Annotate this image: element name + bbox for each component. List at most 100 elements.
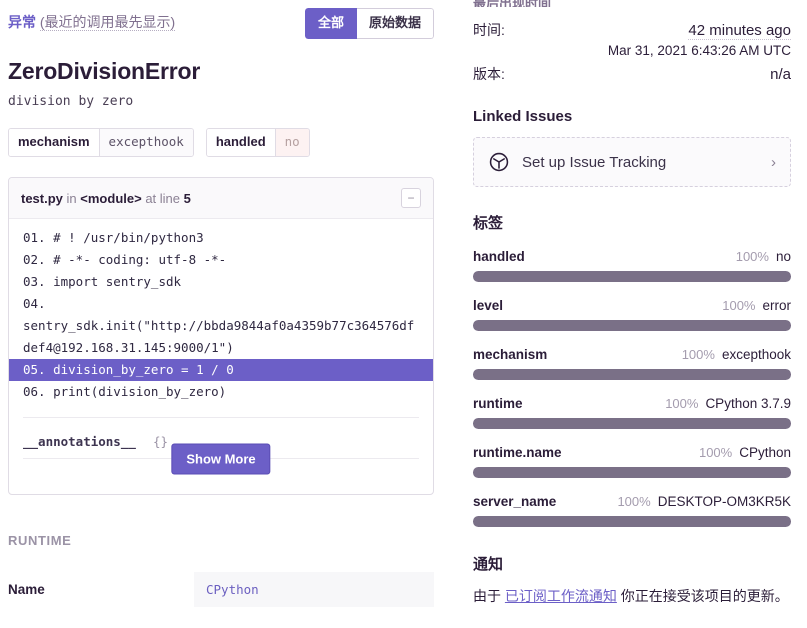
tag-value: DESKTOP-OM3KR5K <box>657 494 791 509</box>
tag-item[interactable]: server_name 100% DESKTOP-OM3KR5K <box>473 494 791 527</box>
tag-right: 100% error <box>722 298 791 313</box>
tag-name: handled <box>473 249 525 264</box>
code-block: 01. # ! /usr/bin/python3 02. # -*- codin… <box>9 219 433 494</box>
tag-line: server_name 100% DESKTOP-OM3KR5K <box>473 494 791 509</box>
exception-header: 异常 (最近的调用最先显示) 全部 原始数据 <box>8 8 434 39</box>
tag-bar <box>473 467 791 478</box>
tag-item[interactable]: runtime 100% CPython 3.7.9 <box>473 396 791 429</box>
pill-handled-key: handled <box>206 129 275 156</box>
exception-link[interactable]: 异常 <box>8 14 36 30</box>
last-seen-heading: 最后出现时间 <box>473 0 791 7</box>
tag-percent: 100% <box>735 249 769 264</box>
linked-issues-heading: Linked Issues <box>473 108 573 125</box>
pill-handled-value: no <box>274 129 309 156</box>
stack-frame-header[interactable]: test.py in <module> at line 5 − <box>9 178 433 219</box>
frame-filename: test.py <box>21 190 63 206</box>
tag-line: handled 100% no <box>473 249 791 264</box>
pill-mechanism[interactable]: mechanism excepthook <box>8 128 194 157</box>
runtime-name-key: Name <box>8 582 45 597</box>
tag-item[interactable]: runtime.name 100% CPython <box>473 445 791 478</box>
tag-bar <box>473 271 791 282</box>
frame-in-word: in <box>66 190 77 206</box>
show-more-container: Show More <box>23 443 419 494</box>
minus-icon[interactable]: − <box>401 188 421 208</box>
tag-item[interactable]: level 100% error <box>473 298 791 331</box>
tag-name: mechanism <box>473 347 548 362</box>
code-line-highlighted: 05. division_by_zero = 1 / 0 <box>9 359 433 381</box>
error-type: ZeroDivisionError <box>8 58 201 84</box>
tag-bar <box>473 516 791 527</box>
frame-function: <module> <box>80 190 142 206</box>
code-line: sentry_sdk.init("http://bbda9844af0a4359… <box>23 318 415 355</box>
tag-name: server_name <box>473 494 557 509</box>
frame-line-number: 5 <box>183 190 191 206</box>
pill-mechanism-value: excepthook <box>98 129 193 156</box>
runtime-name-row: Name CPython <box>8 572 434 607</box>
stack-frame-card: test.py in <module> at line 5 − 01. # ! … <box>8 177 434 495</box>
set-up-issue-tracking-button[interactable]: Set up Issue Tracking › <box>473 137 791 187</box>
exception-header-title: 异常 (最近的调用最先显示) <box>8 8 176 32</box>
tag-line: level 100% error <box>473 298 791 313</box>
tag-name: runtime <box>473 396 523 411</box>
issue-tracking-icon <box>488 151 510 173</box>
version-key: 版本: <box>473 66 505 82</box>
toggle-all-button[interactable]: 全部 <box>304 8 357 39</box>
view-toggle-group: 全部 原始数据 <box>304 8 434 39</box>
tag-value: excepthook <box>721 347 791 362</box>
notify-suffix: 你正在接受该项目的更新。 <box>616 588 789 604</box>
tag-percent: 100% <box>617 494 651 509</box>
tag-bar <box>473 418 791 429</box>
code-line: 03. import sentry_sdk <box>23 274 182 289</box>
tag-right: 100% excepthook <box>682 347 791 362</box>
frame-at-word: at line <box>145 190 181 206</box>
tag-value: CPython 3.7.9 <box>705 396 791 411</box>
code-line: 06. print(division_by_zero) <box>23 384 227 399</box>
tag-item[interactable]: mechanism 100% excepthook <box>473 347 791 380</box>
issue-sidebar: 最后出现时间 时间: 42 minutes ago Mar 31, 2021 6… <box>466 0 807 628</box>
tag-name: level <box>473 298 504 313</box>
last-seen-absolute: Mar 31, 2021 6:43:26 AM UTC <box>607 43 791 58</box>
tag-line: mechanism 100% excepthook <box>473 347 791 362</box>
version-row: 版本: n/a <box>473 64 791 84</box>
tag-percent: 100% <box>698 445 733 460</box>
notifications-text: 由于 已订阅工作流通知 你正在接受该项目的更新。 <box>473 585 791 608</box>
tag-right: 100% CPython 3.7.9 <box>665 396 791 411</box>
last-seen-row: 时间: 42 minutes ago <box>473 20 791 40</box>
version-value: n/a <box>770 66 791 83</box>
tag-bar <box>473 320 791 331</box>
notify-prefix: 由于 <box>473 588 505 604</box>
tag-percent: 100% <box>665 396 699 411</box>
pill-handled[interactable]: handled no <box>205 128 310 157</box>
tag-item[interactable]: handled 100% no <box>473 249 791 282</box>
code-line: 04. <box>23 296 46 311</box>
tag-right: 100% no <box>736 249 791 264</box>
last-seen-key: 时间: <box>473 22 505 38</box>
exception-main-column: 异常 (最近的调用最先显示) 全部 原始数据 ZeroDivisionError… <box>0 0 466 628</box>
tag-right: 100% CPython <box>699 445 791 460</box>
last-seen-relative[interactable]: 42 minutes ago <box>688 22 791 40</box>
tags-heading: 标签 <box>473 215 504 232</box>
tag-line: runtime 100% CPython 3.7.9 <box>473 396 791 411</box>
tag-right: 100% DESKTOP-OM3KR5K <box>617 494 791 509</box>
notifications-heading: 通知 <box>473 556 504 573</box>
chevron-right-icon: › <box>771 153 776 171</box>
tag-value: CPython <box>739 445 791 460</box>
tag-line: runtime.name 100% CPython <box>473 445 791 460</box>
issue-tracking-label: Set up Issue Tracking <box>522 153 667 171</box>
show-more-button[interactable]: Show More <box>171 443 271 475</box>
toggle-raw-button[interactable]: 原始数据 <box>356 8 434 39</box>
frame-variable-value: {} <box>153 434 169 449</box>
workflow-subscription-link[interactable]: 已订阅工作流通知 <box>505 588 617 604</box>
tag-name: runtime.name <box>473 445 562 460</box>
runtime-name-value: CPython <box>194 572 434 607</box>
stack-frame-title: test.py in <module> at line 5 <box>21 191 191 206</box>
code-line: 01. # ! /usr/bin/python3 <box>23 230 204 245</box>
exception-subtitle: (最近的调用最先显示) <box>39 14 176 31</box>
pill-mechanism-key: mechanism <box>9 129 99 156</box>
issue-detail-page: 异常 (最近的调用最先显示) 全部 原始数据 ZeroDivisionError… <box>0 0 807 628</box>
tag-value: no <box>775 249 791 264</box>
tag-value: error <box>762 298 791 313</box>
error-message: division by zero <box>8 94 134 109</box>
tag-percent: 100% <box>681 347 715 362</box>
tag-percent: 100% <box>722 298 756 313</box>
